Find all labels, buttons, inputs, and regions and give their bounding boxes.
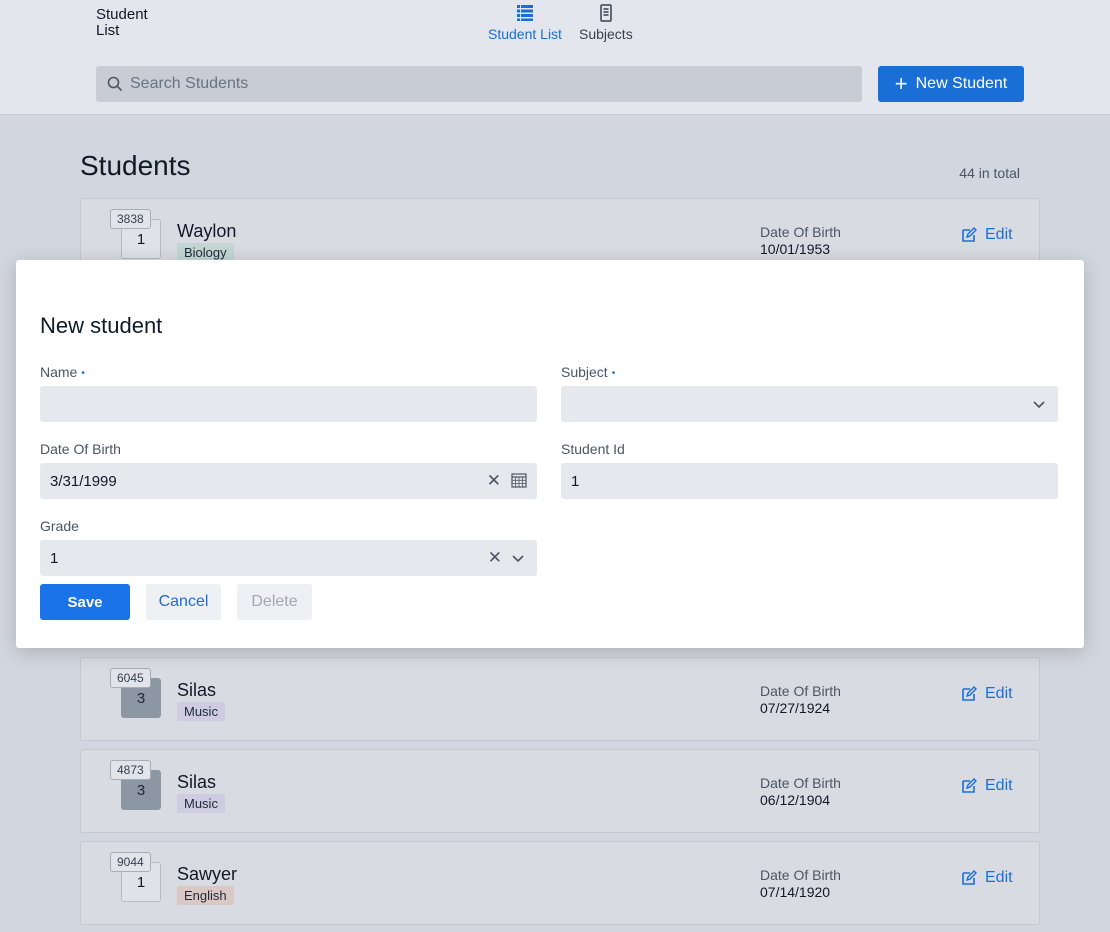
total-count: 44 in total [959, 165, 1020, 181]
student-id-tag: 4873 [110, 760, 151, 780]
new-student-label: New Student [915, 75, 1008, 92]
dialog-title: New student [40, 313, 163, 338]
calendar-icon[interactable] [511, 472, 527, 488]
new-student-dialog: New student Name • Subject • Date Of Birth… [16, 260, 1084, 648]
app-header: Student List Student List Subjects + New… [0, 0, 1110, 115]
edit-button[interactable]: Edit [961, 685, 1013, 703]
grade-value: 1 [50, 550, 59, 567]
nav-student-list[interactable]: Student List [488, 4, 562, 42]
dob-value: 07/14/1920 [760, 884, 831, 900]
chevron-down-icon[interactable] [1032, 397, 1046, 411]
edit-button[interactable]: Edit [961, 777, 1013, 795]
student-name: Sawyer [177, 864, 238, 884]
dob-label: Date Of Birth [760, 683, 841, 699]
subject-badge: Music [177, 794, 225, 813]
student-id-value: 1 [571, 473, 580, 490]
dob-value: 06/12/1904 [760, 792, 831, 808]
student-name: Waylon [177, 221, 237, 241]
nav-subjects[interactable]: Subjects [579, 4, 633, 42]
dob-field-label: Date Of Birth [40, 441, 121, 457]
student-id-tag: 9044 [110, 852, 151, 872]
grade-select[interactable]: 1 ✕ [40, 540, 537, 576]
search-bar [96, 66, 862, 102]
subject-badge: English [177, 886, 234, 905]
name-field[interactable] [40, 386, 537, 422]
page-title: Students [80, 150, 191, 181]
required-marker: • [81, 367, 85, 379]
save-button[interactable]: Save [40, 584, 130, 620]
required-marker: • [611, 367, 616, 379]
edit-icon [962, 686, 977, 701]
subject-label: Subject • [561, 364, 616, 380]
chevron-down-icon[interactable] [511, 551, 525, 565]
edit-button[interactable]: Edit [961, 226, 1013, 244]
student-card: 3 4873 Silas Music Date Of Birth 06/12/1… [80, 749, 1040, 833]
student-card: 3 6045 Silas Music Date Of Birth 07/27/1… [80, 657, 1040, 741]
clear-icon[interactable]: ✕ [487, 471, 501, 491]
dob-field-value: 3/31/1999 [50, 473, 117, 490]
dob-label: Date Of Birth [760, 867, 841, 883]
grade-label: Grade [40, 518, 79, 534]
student-name: Silas [177, 772, 217, 792]
student-name: Silas [177, 680, 217, 700]
student-card: 1 9044 Sawyer English Date Of Birth 07/1… [80, 841, 1040, 925]
student-id-tag: 3838 [110, 209, 151, 229]
dob-label: Date Of Birth [760, 775, 841, 791]
delete-button[interactable]: Delete [237, 584, 312, 620]
student-id-label: Student Id [561, 441, 625, 457]
subject-select[interactable] [561, 386, 1058, 422]
student-id-tag: 6045 [110, 668, 151, 688]
book-icon [600, 4, 612, 22]
edit-icon [962, 778, 977, 793]
search-input[interactable] [130, 66, 850, 102]
student-id-field[interactable]: 1 [561, 463, 1058, 499]
dob-value: 07/27/1924 [760, 700, 831, 716]
new-student-button[interactable]: + New Student [878, 66, 1024, 102]
dob-value: 10/01/1953 [760, 241, 831, 257]
plus-icon: + [894, 71, 908, 96]
app-title: Student List [96, 6, 148, 39]
nav-label: Student List [488, 26, 562, 42]
dob-label: Date Of Birth [760, 224, 841, 240]
edit-button[interactable]: Edit [961, 869, 1013, 887]
nav-label: Subjects [579, 26, 633, 42]
edit-icon [962, 870, 977, 885]
search-icon [107, 76, 123, 92]
name-label: Name • [40, 364, 85, 380]
list-icon [516, 5, 533, 21]
subject-badge: Music [177, 702, 225, 721]
dob-field[interactable]: 3/31/1999 ✕ [40, 463, 537, 499]
cancel-button[interactable]: Cancel [146, 584, 221, 620]
edit-icon [962, 227, 977, 242]
clear-icon[interactable]: ✕ [488, 548, 502, 568]
